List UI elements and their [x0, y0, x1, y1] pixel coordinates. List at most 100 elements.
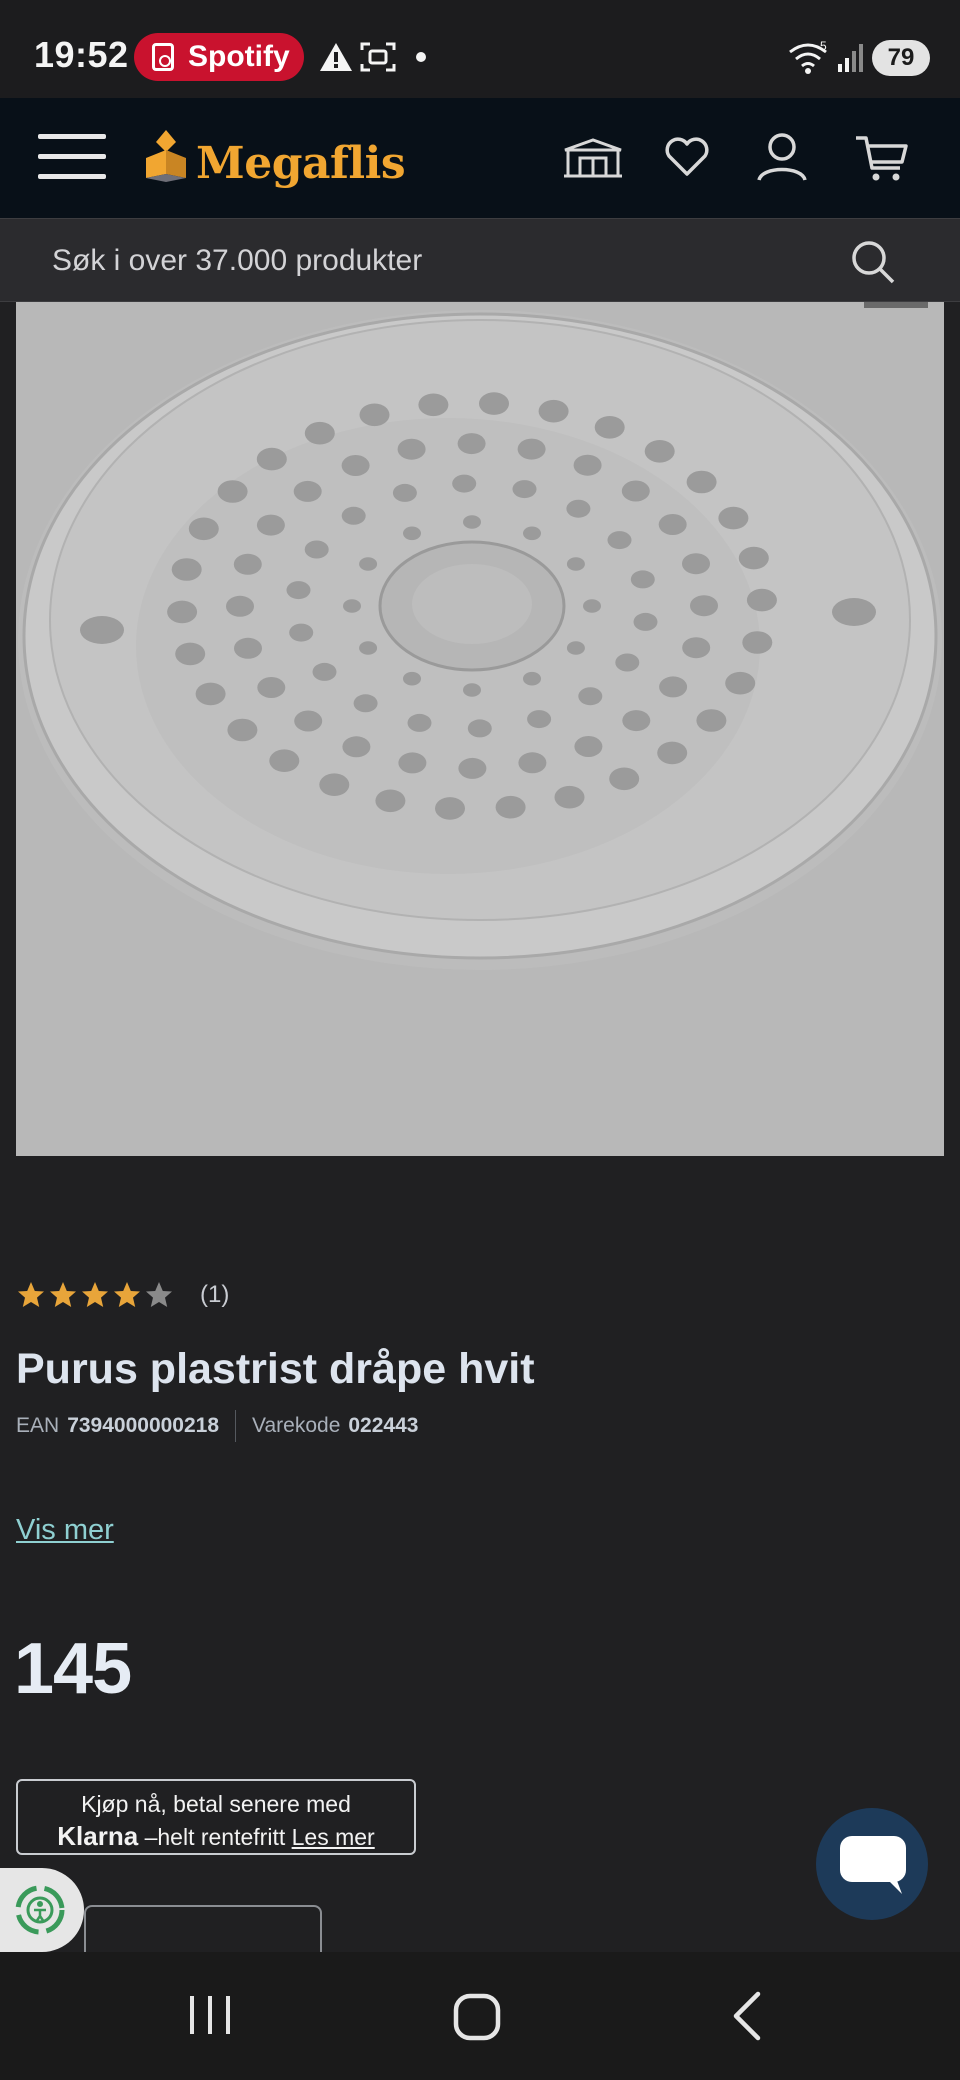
grate-hole: [418, 393, 449, 417]
grate-hole: [294, 710, 323, 732]
accessibility-button[interactable]: [0, 1868, 84, 1952]
code-label: Varekode: [252, 1414, 341, 1437]
dot-icon: [416, 52, 426, 62]
klarna-read-more-link[interactable]: Les mer: [292, 1824, 375, 1850]
status-bar: 19:52 Spotify 5 79: [0, 0, 960, 98]
grate-hole: [188, 517, 219, 541]
drain-grate-image: [18, 310, 942, 970]
accessibility-icon: [15, 1885, 65, 1935]
recent-apps-icon[interactable]: [186, 1992, 236, 2038]
rating[interactable]: (1): [16, 1278, 229, 1312]
search-input[interactable]: [52, 241, 832, 281]
search-icon[interactable]: [850, 239, 896, 285]
grate-hole: [644, 440, 675, 463]
grate-hole: [746, 588, 777, 612]
grate-hole: [622, 710, 651, 732]
grate-hole: [286, 581, 311, 600]
battery-icon: 79: [872, 40, 930, 76]
grate-hole: [463, 683, 481, 697]
grate-hole: [342, 736, 371, 758]
logo-icon[interactable]: [142, 128, 190, 184]
grate-hole: [195, 682, 226, 706]
star-filled-icon: [114, 1282, 140, 1307]
grate-hole: [633, 612, 658, 631]
grate-hole: [621, 480, 650, 502]
grate-hole: [359, 557, 378, 571]
grate-hole: [403, 671, 421, 686]
grate-hole: [353, 694, 378, 713]
product-image[interactable]: [16, 302, 944, 1156]
grate-hole: [293, 480, 322, 502]
grate-hole: [463, 515, 481, 529]
grate-hole: [226, 595, 254, 617]
grate-hole: [578, 687, 603, 706]
grate-hole: [171, 558, 202, 581]
grate-hole: [269, 749, 300, 772]
grate-hole: [452, 474, 477, 493]
grate-hole: [686, 470, 717, 494]
grate-hole: [397, 438, 426, 460]
store-icon[interactable]: [562, 136, 624, 180]
grate-hole: [304, 540, 329, 559]
grate-hole: [359, 403, 390, 427]
grate-hole: [538, 399, 569, 423]
grate-hole: [458, 757, 487, 779]
cart-icon[interactable]: [854, 132, 910, 184]
grate-hole: [607, 531, 632, 550]
grate-hole: [407, 713, 432, 732]
grate-hole: [523, 526, 541, 541]
grate-hole: [566, 499, 591, 518]
grate-hole: [583, 599, 601, 613]
grate-hole: [738, 546, 769, 570]
grate-hole: [554, 785, 585, 809]
spotify-icon: [152, 43, 174, 71]
grate-hole: [304, 421, 335, 445]
grate-hole: [657, 741, 688, 765]
grate-hole: [523, 671, 541, 686]
grate-hole: [312, 662, 337, 681]
grate-hole: [435, 797, 465, 820]
grate-hole: [343, 599, 361, 613]
grate-hole: [359, 641, 378, 655]
home-icon[interactable]: [452, 1992, 502, 2042]
status-time: 19:52: [34, 34, 129, 75]
screenshot-icon: [360, 42, 396, 72]
star-empty-icon: [146, 1282, 172, 1307]
grate-hole: [256, 514, 285, 536]
klarna-text: Kjøp nå, betal senere med: [81, 1791, 351, 1817]
grate-hole: [392, 483, 417, 502]
klarna-banner[interactable]: Kjøp nå, betal senere med Klarna –helt r…: [16, 1779, 416, 1855]
grate-hole: [659, 676, 688, 698]
back-icon[interactable]: [728, 1990, 768, 2042]
ean-label: EAN: [16, 1414, 60, 1437]
user-icon[interactable]: [756, 132, 808, 182]
grate-hole: [495, 795, 526, 819]
product-title: Purus plastrist dråpe hvit: [16, 1345, 535, 1393]
spotify-notification[interactable]: Spotify: [134, 33, 304, 81]
logo[interactable]: Megaflis: [196, 138, 406, 189]
grate-hole: [517, 438, 546, 460]
chat-button[interactable]: [816, 1808, 928, 1920]
rating-count: (1): [200, 1281, 230, 1308]
search-bar: [0, 218, 960, 302]
grate-hole: [175, 642, 206, 666]
grate-hole: [742, 631, 773, 654]
star-filled-icon: [82, 1282, 108, 1307]
grate-hole: [234, 637, 262, 659]
divider: [235, 1410, 237, 1442]
price: 145: [14, 1629, 132, 1709]
grate-hole: [594, 416, 625, 439]
grate-hole: [341, 506, 366, 525]
grate-hole: [457, 433, 486, 455]
image-indicator: [864, 302, 928, 308]
signal-icon: [838, 44, 863, 72]
grate-hole: [217, 480, 248, 503]
grate-hole: [227, 718, 258, 742]
product-codes: EAN 7394000000218 Varekode 022443: [16, 1410, 418, 1442]
grate-hole: [479, 392, 509, 415]
grate-hole: [574, 736, 603, 757]
show-more-link[interactable]: Vis mer: [16, 1514, 114, 1547]
menu-icon[interactable]: [38, 132, 106, 182]
heart-icon[interactable]: [664, 136, 710, 178]
klarna-tagline: –helt rentefritt: [138, 1824, 292, 1850]
